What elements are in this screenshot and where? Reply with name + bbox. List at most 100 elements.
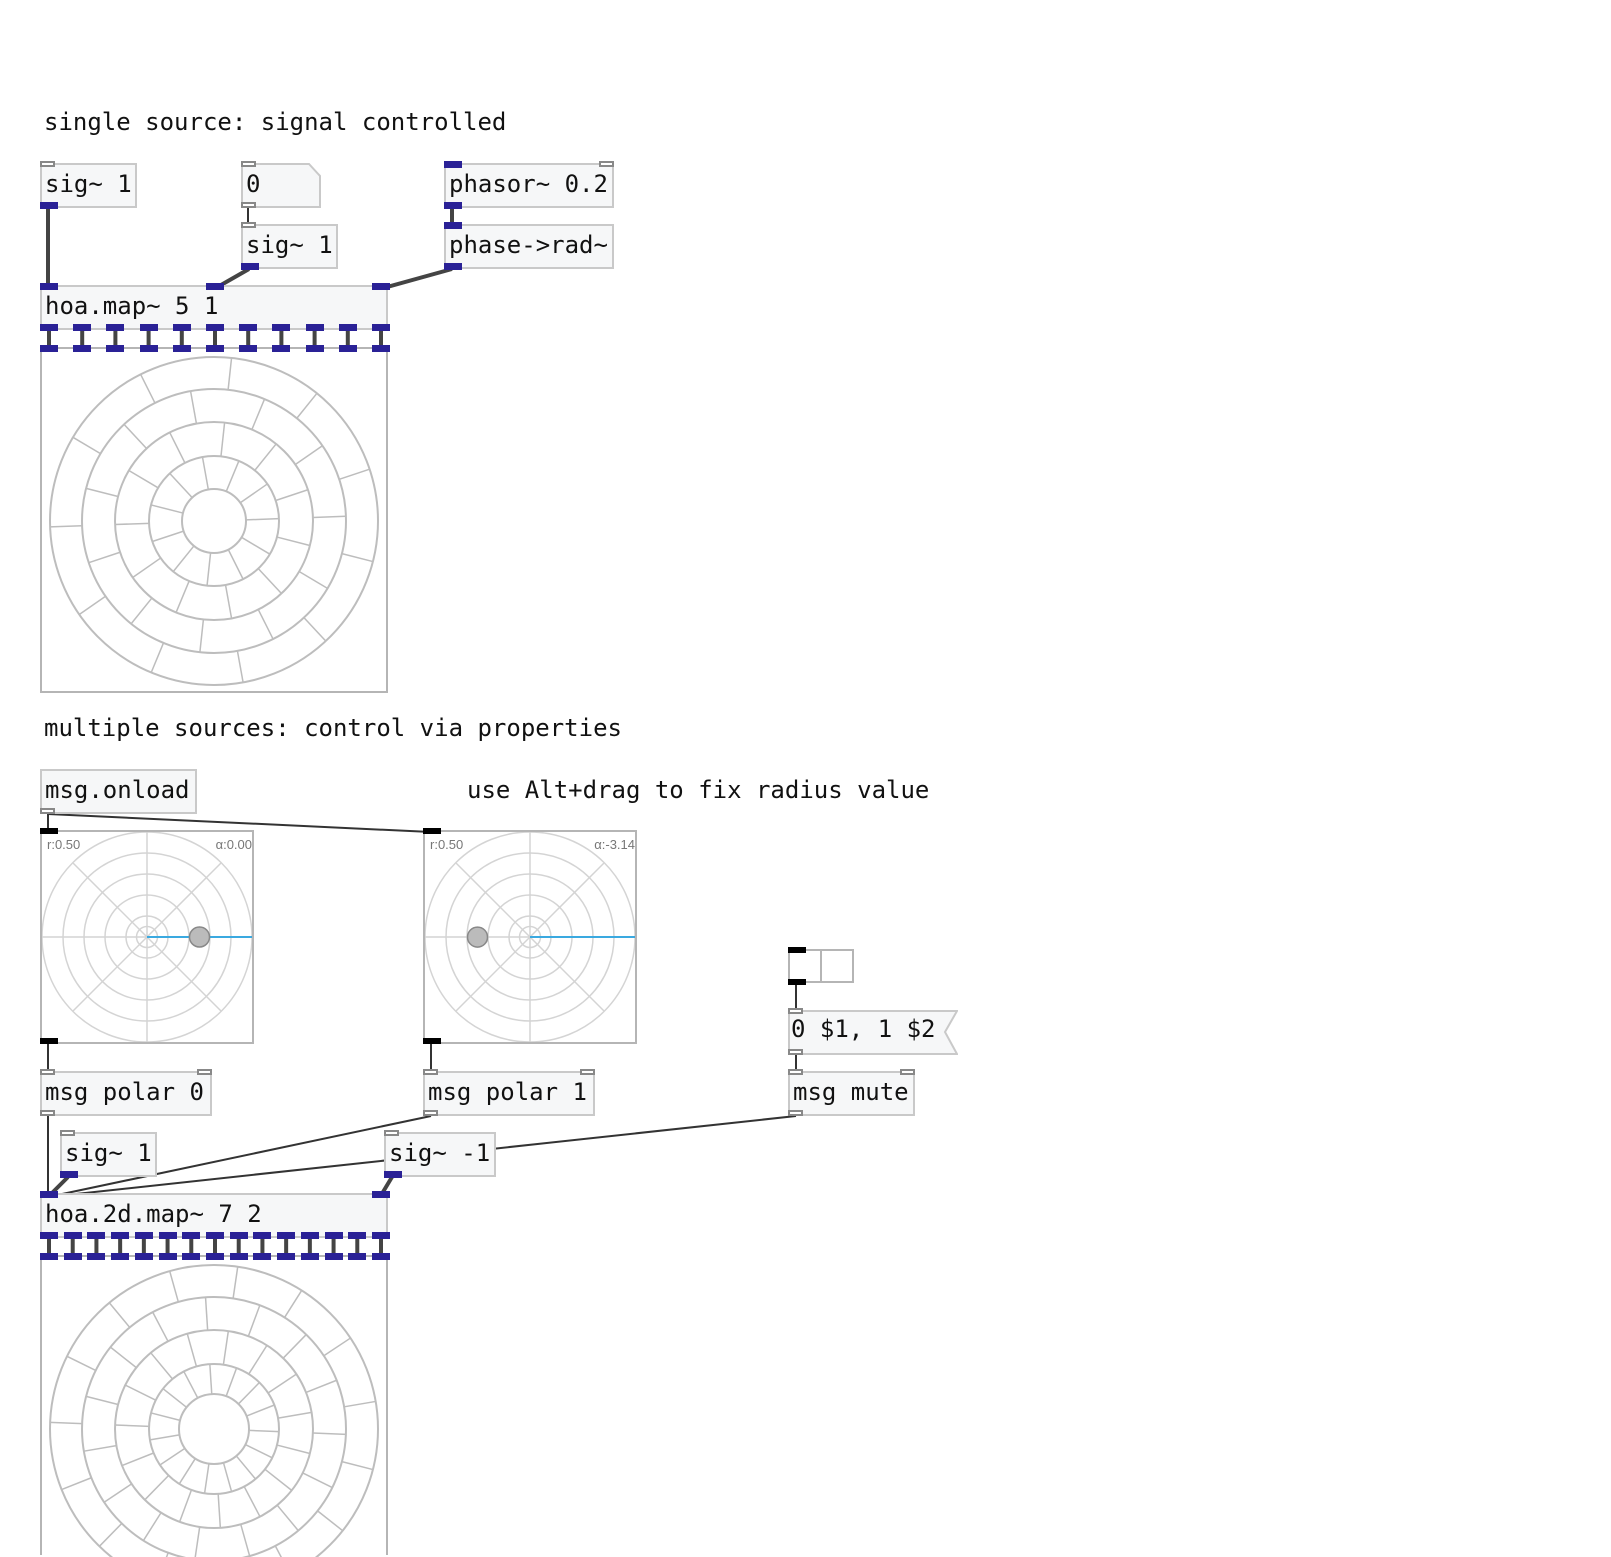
signal-inlet[interactable] [305, 345, 324, 352]
signal-inlet[interactable] [73, 345, 92, 352]
signal-inlet[interactable] [139, 345, 158, 352]
outlet[interactable] [40, 1110, 55, 1116]
inlet[interactable] [788, 1008, 803, 1014]
signal-outlet[interactable] [444, 263, 462, 270]
inlet[interactable] [60, 1130, 75, 1136]
signal-outlet[interactable] [348, 1232, 367, 1239]
outlet[interactable] [788, 1049, 803, 1055]
signal-outlet[interactable] [241, 263, 259, 270]
inlet[interactable] [241, 222, 256, 228]
signal-outlet[interactable] [206, 324, 224, 331]
msg-polar-1-object[interactable]: msg polar 1 [423, 1071, 595, 1116]
polar-plane-0[interactable]: r:0.50 α:0.00 [40, 830, 254, 1044]
signal-inlet[interactable] [372, 1191, 390, 1198]
signal-outlet[interactable] [444, 202, 462, 209]
signal-outlet[interactable] [134, 1232, 153, 1239]
signal-outlet[interactable] [63, 1232, 82, 1239]
signal-inlet[interactable] [63, 1253, 82, 1260]
signal-inlet[interactable] [372, 283, 390, 290]
signal-inlet[interactable] [134, 1253, 153, 1260]
signal-inlet[interactable] [444, 161, 462, 168]
signal-inlet[interactable] [158, 1253, 177, 1260]
signal-outlet[interactable] [338, 324, 357, 331]
signal-inlet[interactable] [206, 345, 224, 352]
signal-inlet[interactable] [229, 1253, 248, 1260]
signal-inlet[interactable] [40, 1253, 58, 1260]
inlet[interactable] [241, 161, 256, 167]
signal-outlet[interactable] [324, 1232, 343, 1239]
signal-inlet[interactable] [372, 1253, 390, 1260]
msg-onload-object[interactable]: msg.onload [40, 769, 197, 814]
inlet[interactable] [580, 1069, 595, 1075]
signal-outlet[interactable] [106, 324, 125, 331]
signal-inlet[interactable] [324, 1253, 343, 1260]
phase-rad-object[interactable]: phase->rad~ [444, 224, 614, 269]
msg-polar-0-object[interactable]: msg polar 0 [40, 1071, 212, 1116]
signal-inlet[interactable] [182, 1253, 201, 1260]
signal-outlet[interactable] [372, 1232, 390, 1239]
signal-outlet[interactable] [384, 1171, 402, 1178]
signal-inlet[interactable] [277, 1253, 296, 1260]
signal-outlet[interactable] [40, 1232, 58, 1239]
signal-outlet[interactable] [272, 324, 291, 331]
signal-outlet[interactable] [253, 1232, 272, 1239]
signal-inlet[interactable] [272, 345, 291, 352]
signal-inlet[interactable] [172, 345, 191, 352]
msg-mute-object[interactable]: msg mute [788, 1071, 915, 1116]
signal-inlet[interactable] [338, 345, 357, 352]
signal-outlet[interactable] [182, 1232, 201, 1239]
inlet[interactable] [900, 1069, 915, 1075]
hoa-scope-2[interactable] [40, 1255, 388, 1557]
inlet[interactable] [197, 1069, 212, 1075]
inlet[interactable] [788, 1069, 803, 1075]
inlet[interactable] [40, 828, 58, 834]
signal-inlet[interactable] [348, 1253, 367, 1260]
signal-outlet[interactable] [60, 1171, 78, 1178]
signal-inlet[interactable] [87, 1253, 106, 1260]
signal-outlet[interactable] [206, 1232, 224, 1239]
signal-inlet[interactable] [444, 222, 462, 229]
signal-outlet[interactable] [139, 324, 158, 331]
signal-outlet[interactable] [158, 1232, 177, 1239]
signal-outlet[interactable] [87, 1232, 106, 1239]
signal-inlet[interactable] [253, 1253, 272, 1260]
signal-outlet[interactable] [172, 324, 191, 331]
inlet[interactable] [788, 947, 806, 953]
signal-inlet[interactable] [372, 345, 390, 352]
hoa-scope-1[interactable] [40, 347, 388, 693]
signal-outlet[interactable] [229, 1232, 248, 1239]
signal-inlet[interactable] [239, 345, 258, 352]
outlet[interactable] [788, 1110, 803, 1116]
polar-plane-1[interactable]: r:0.50 α:-3.14 [423, 830, 637, 1044]
signal-inlet[interactable] [111, 1253, 130, 1260]
outlet[interactable] [423, 1038, 441, 1044]
outlet[interactable] [423, 1110, 438, 1116]
signal-outlet[interactable] [305, 324, 324, 331]
inlet[interactable] [40, 161, 55, 167]
signal-outlet[interactable] [111, 1232, 130, 1239]
signal-inlet[interactable] [300, 1253, 319, 1260]
signal-inlet[interactable] [206, 1253, 224, 1260]
inlet[interactable] [423, 1069, 438, 1075]
outlet[interactable] [241, 202, 256, 208]
signal-outlet[interactable] [40, 324, 58, 331]
inlet[interactable] [599, 161, 614, 167]
signal-outlet[interactable] [239, 324, 258, 331]
signal-outlet[interactable] [300, 1232, 319, 1239]
outlet[interactable] [40, 808, 55, 814]
phasor-object[interactable]: phasor~ 0.2 [444, 163, 614, 208]
signal-outlet[interactable] [40, 202, 58, 209]
outlet[interactable] [788, 979, 806, 985]
signal-inlet[interactable] [106, 345, 125, 352]
toggle-1[interactable] [820, 949, 854, 983]
signal-outlet[interactable] [73, 324, 92, 331]
toggle-0[interactable] [788, 949, 822, 983]
signal-outlet[interactable] [277, 1232, 296, 1239]
inlet[interactable] [384, 1130, 399, 1136]
outlet[interactable] [40, 1038, 58, 1044]
inlet[interactable] [423, 828, 441, 834]
signal-inlet[interactable] [206, 283, 224, 290]
signal-inlet[interactable] [40, 345, 58, 352]
inlet[interactable] [40, 1069, 55, 1075]
signal-inlet[interactable] [40, 283, 58, 290]
